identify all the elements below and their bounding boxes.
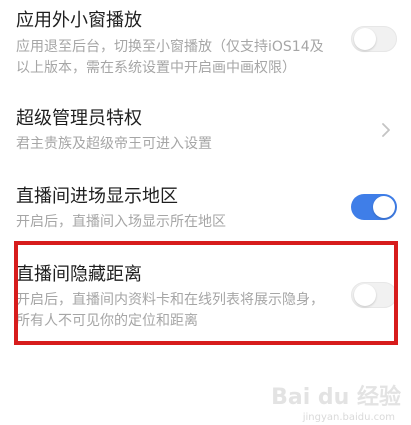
setting-title-super-admin: 超级管理员特权 [16, 108, 142, 129]
setting-desc-hide-distance-line2: 所有人不可见你的定位和距离 [16, 313, 198, 329]
setting-desc-entry-region: 开启后，直播间入场显示所在地区 [16, 214, 226, 230]
setting-row-entry-region: 直播间进场显示地区 开启后，直播间入场显示所在地区 [0, 174, 411, 238]
watermark-logo: Bai du 经验 [271, 385, 401, 410]
hide-distance-toggle[interactable] [351, 282, 397, 308]
pip-toggle[interactable] [351, 26, 397, 52]
entry-region-toggle[interactable] [351, 194, 397, 220]
setting-title-entry-region: 直播间进场显示地区 [16, 186, 178, 207]
setting-row-hide-distance: 直播间隐藏距离 开启后，直播间内资料卡和在线列表将展示隐身， 所有人不可见你的定… [0, 252, 411, 338]
setting-desc-pip-line2: 以上版本，需在系统设置中开启画中画权限） [16, 60, 296, 76]
toggle-knob [354, 28, 376, 50]
setting-row-super-admin[interactable]: 超级管理员特权 君主贵族及超级帝王可进入设置 [0, 96, 411, 166]
toggle-knob [373, 196, 395, 218]
setting-desc-pip-line1: 应用退至后台，切换至小窗播放（仅支持iOS14及 [16, 39, 324, 55]
setting-title-pip: 应用外小窗播放 [16, 10, 142, 31]
setting-desc-hide-distance-line1: 开启后，直播间内资料卡和在线列表将展示隐身， [16, 292, 324, 308]
watermark-url: jingyan.baidu.com [302, 412, 395, 423]
baidu-jingyan-watermark: Bai du 经验 jingyan.baidu.com [271, 379, 405, 423]
setting-title-hide-distance: 直播间隐藏距离 [16, 264, 142, 285]
settings-screen: 应用外小窗播放 应用退至后台，切换至小窗播放（仅支持iOS14及 以上版本，需在… [0, 0, 411, 425]
setting-desc-super-admin: 君主贵族及超级帝王可进入设置 [16, 136, 212, 152]
toggle-knob [354, 284, 376, 306]
chevron-right-icon[interactable] [379, 120, 393, 140]
setting-row-pip: 应用外小窗播放 应用退至后台，切换至小窗播放（仅支持iOS14及 以上版本，需在… [0, 0, 411, 88]
